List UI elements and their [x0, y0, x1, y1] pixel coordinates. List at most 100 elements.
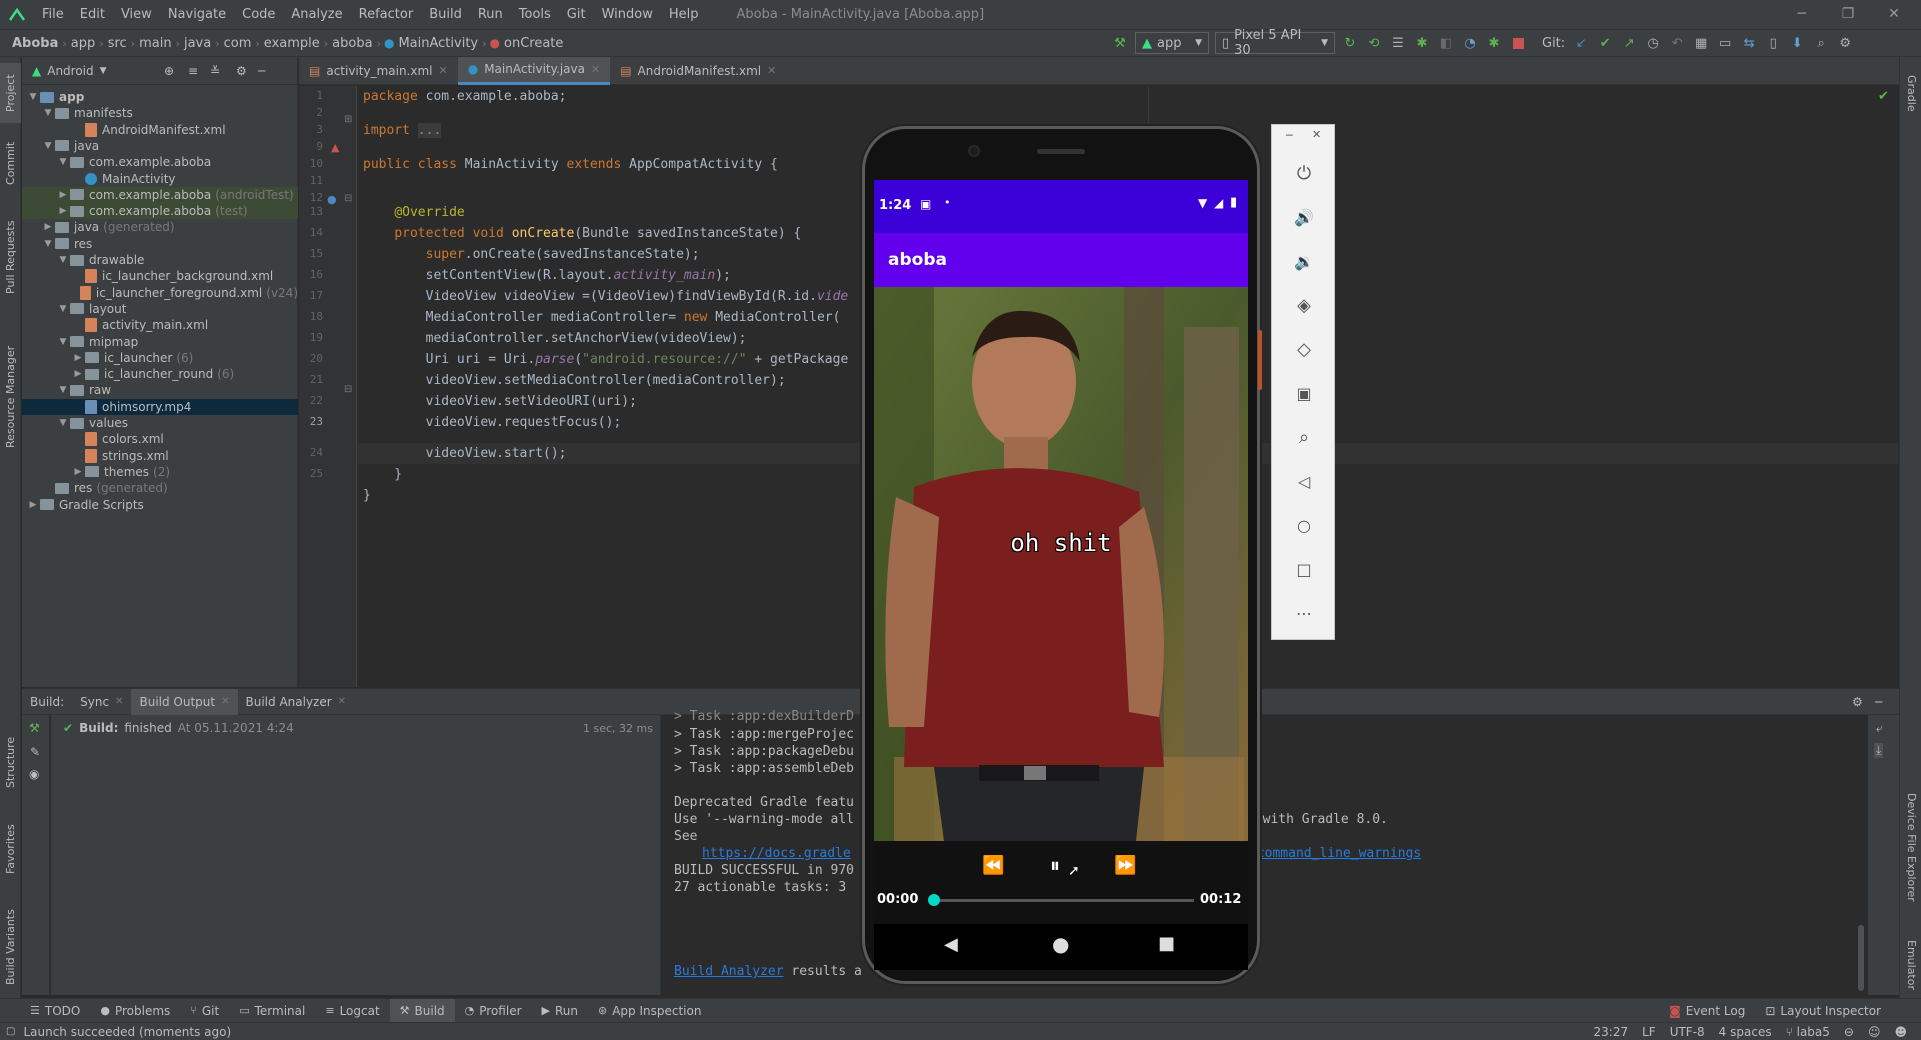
pin-icon[interactable]: ✎ — [30, 745, 40, 759]
close-icon[interactable]: ✕ — [1312, 128, 1321, 141]
chevron-right-icon[interactable]: ▶ — [71, 369, 85, 379]
breadcrumb-item[interactable]: main — [135, 36, 175, 51]
zoom-icon[interactable]: ⌕ — [1290, 423, 1318, 451]
favorites-tool-tab[interactable]: Favorites — [0, 812, 21, 887]
close-tab-icon[interactable]: ✕ — [591, 63, 600, 76]
chevron-down-icon[interactable]: ▼ — [56, 385, 70, 395]
device-manager-icon[interactable]: ▯ — [1761, 31, 1785, 55]
overrides-marker-icon[interactable]: ● — [327, 193, 337, 206]
chevron-right-icon[interactable]: ▶ — [41, 222, 55, 232]
tree-item[interactable]: ▶ com.example.aboba (test) — [22, 203, 298, 220]
notifications-icon[interactable]: ☻ — [1894, 1025, 1907, 1039]
tool-tab-app-inspection[interactable]: ⊛ App Inspection — [588, 999, 711, 1023]
editor-tab[interactable]: ▤ AndroidManifest.xml ✕ — [610, 57, 786, 85]
breadcrumb-item[interactable]: app — [67, 36, 99, 51]
resource-manager-tool-tab[interactable]: Resource Manager — [0, 327, 21, 467]
tree-item[interactable]: activity_main.xml — [22, 317, 298, 333]
eye-icon[interactable]: ◉ — [29, 767, 39, 781]
overview-icon[interactable]: □ — [1290, 555, 1318, 583]
line-separator[interactable]: LF — [1642, 1025, 1656, 1039]
tree-item[interactable]: ▼ app — [22, 89, 298, 105]
soft-wrap-icon[interactable]: ⤶ — [1876, 721, 1883, 736]
project-structure-icon[interactable]: ▦ — [1689, 31, 1713, 55]
menu-build[interactable]: Build — [421, 0, 470, 29]
stop-icon[interactable] — [1506, 31, 1530, 55]
emulator-screen[interactable]: 1:24 ▣ • ▼ ◢ ▮ aboba oh shit ⏪ ⏸ ⏩ ➚ 00:… — [874, 180, 1248, 970]
back-button[interactable]: ◀ — [944, 934, 958, 955]
tree-item[interactable]: ▶ Gradle Scripts — [22, 497, 298, 513]
menu-run[interactable]: Run — [470, 0, 511, 29]
tree-item[interactable]: ▶ themes (2) — [22, 464, 298, 480]
sdk-manager-icon[interactable]: ⬇ — [1785, 31, 1809, 55]
menu-window[interactable]: Window — [594, 0, 661, 29]
breadcrumb-item[interactable]: example — [260, 36, 324, 51]
home-icon[interactable]: ○ — [1290, 511, 1318, 539]
close-icon[interactable]: ✕ — [1871, 0, 1917, 29]
close-tab-icon[interactable]: ✕ — [221, 696, 229, 707]
event-log-tab[interactable]: ◙ Event Log — [1659, 999, 1755, 1023]
tool-tab-build[interactable]: ⚒ Build — [389, 998, 455, 1023]
rotate-right-icon[interactable]: ◇ — [1290, 335, 1318, 363]
collapse-all-icon[interactable]: ≚ — [210, 64, 220, 78]
attach-icon[interactable]: ✱ — [1482, 31, 1506, 55]
tree-item[interactable]: ic_launcher_background.xml — [22, 268, 298, 284]
attach-debugger-icon[interactable]: ◧ — [1434, 31, 1458, 55]
tree-item[interactable]: ohimsorry.mp4 — [22, 398, 298, 415]
video-view[interactable]: oh shit — [874, 287, 1248, 841]
chevron-right-icon[interactable]: ▶ — [71, 353, 85, 363]
tree-item[interactable]: ▼ layout — [22, 301, 298, 317]
file-encoding[interactable]: UTF-8 — [1670, 1025, 1705, 1039]
menu-view[interactable]: View — [113, 0, 160, 29]
apply-code-changes-icon[interactable]: ⟲ — [1362, 31, 1386, 55]
chevron-down-icon[interactable]: ▼ — [56, 255, 70, 265]
commit-tool-tab[interactable]: Commit — [0, 133, 21, 193]
pull-requests-tool-tab[interactable]: Pull Requests — [0, 207, 21, 307]
scroll-to-end-icon[interactable]: ⤓ — [1874, 743, 1884, 758]
power-icon[interactable]: ⏻ — [1290, 159, 1318, 187]
fast-forward-button[interactable]: ⏩ — [1114, 855, 1136, 876]
chevron-down-icon[interactable]: ▼ — [100, 66, 107, 76]
tab-sync[interactable]: Sync ✕ — [72, 689, 131, 715]
history-icon[interactable]: ◷ — [1641, 31, 1665, 55]
tree-item[interactable]: ▶ com.example.aboba (androidTest) — [22, 186, 298, 203]
volume-down-icon[interactable]: 🔉 — [1290, 247, 1318, 275]
tree-item[interactable]: ▼ com.example.aboba — [22, 154, 298, 170]
tool-tab-profiler[interactable]: ◔ Profiler — [455, 999, 532, 1023]
tab-build-analyzer[interactable]: Build Analyzer ✕ — [238, 689, 355, 715]
tree-item[interactable]: ▶ ic_launcher (6) — [22, 350, 298, 366]
structure-tool-tab[interactable]: Structure — [0, 722, 21, 802]
close-tab-icon[interactable]: ✕ — [115, 696, 123, 707]
seek-thumb[interactable] — [928, 894, 940, 906]
seek-track[interactable] — [928, 894, 1194, 906]
build-analyzer-link[interactable]: Build Analyzer — [674, 964, 784, 979]
tool-tab-problems[interactable]: ● Problems — [90, 999, 180, 1023]
tree-item[interactable]: MainActivity — [22, 171, 298, 187]
tree-item[interactable]: ▶ ic_launcher_round (6) — [22, 366, 298, 382]
emulator-tool-tab[interactable]: Emulator — [1901, 927, 1921, 1002]
chevron-down-icon[interactable]: ▼ — [56, 337, 70, 347]
tool-tab-terminal[interactable]: ▭ Terminal — [229, 999, 315, 1023]
menu-file[interactable]: File — [34, 0, 72, 29]
tree-item[interactable]: AndroidManifest.xml — [22, 122, 298, 138]
git-push-icon[interactable]: ↗ — [1617, 31, 1641, 55]
apply-changes-icon[interactable]: ↻ — [1338, 31, 1362, 55]
power-button[interactable] — [1258, 330, 1262, 390]
tool-tab-todo[interactable]: ☰ TODO — [20, 999, 90, 1023]
more-icon[interactable]: ⋯ — [1290, 599, 1318, 627]
minimize-icon[interactable]: ─ — [1779, 0, 1825, 29]
caret-position[interactable]: 23:27 — [1594, 1025, 1629, 1039]
maximize-icon[interactable]: ❐ — [1825, 0, 1871, 29]
fold-icon[interactable]: ⊟ — [344, 384, 352, 395]
editor-tab[interactable]: ● MainActivity.java ✕ — [457, 56, 611, 85]
tree-item[interactable]: ▶ java (generated) — [22, 219, 298, 235]
recents-button[interactable]: ■ — [1158, 933, 1175, 954]
menu-analyze[interactable]: Analyze — [283, 0, 350, 29]
menu-navigate[interactable]: Navigate — [160, 0, 234, 29]
tool-tab-logcat[interactable]: ≡ Logcat — [315, 999, 389, 1023]
home-button[interactable]: ● — [1052, 932, 1069, 956]
breadcrumb-item[interactable]: java — [180, 36, 215, 51]
tree-item[interactable]: ic_launcher_foreground.xml (v24) — [22, 285, 298, 301]
back-icon[interactable]: ◁ — [1290, 467, 1318, 495]
tree-item[interactable]: res (generated) — [22, 480, 298, 496]
gradle-tool-tab[interactable]: Gradle — [1901, 63, 1921, 123]
